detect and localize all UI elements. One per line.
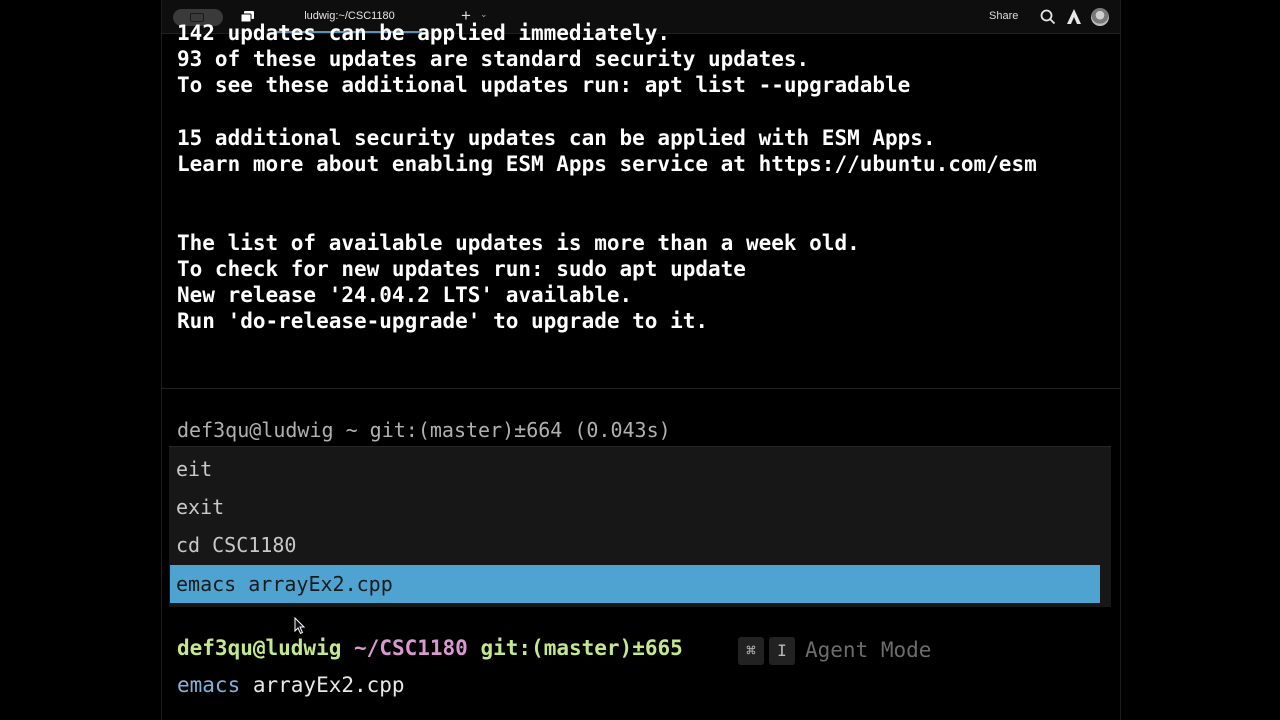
warp-ai-icon[interactable] [1067, 9, 1081, 24]
output-line: Run 'do-release-upgrade' to upgrade to i… [177, 309, 709, 334]
command-key-icon: ⌘ [738, 637, 764, 665]
search-icon[interactable] [1040, 9, 1056, 25]
output-line: New release '24.04.2 LTS' available. [177, 282, 633, 307]
output-line: To check for new updates run: sudo apt u… [177, 256, 746, 281]
prompt-user: def3qu@ludwig [177, 636, 342, 660]
avatar[interactable] [1091, 8, 1109, 26]
chevron-down-icon[interactable]: ⌄ [480, 9, 488, 20]
history-item[interactable]: cd CSC1180 [176, 526, 1106, 564]
history-item-selected[interactable]: emacs arrayEx2.cpp [170, 565, 1100, 603]
prompt-git-branch: git:(master) [480, 636, 633, 660]
output-line: Learn more about enabling ESM Apps servi… [177, 151, 1037, 176]
block-divider [162, 388, 1120, 389]
command-input[interactable]: emacs arrayEx2.cpp [177, 673, 405, 697]
output-line: 15 additional security updates can be ap… [177, 125, 936, 150]
output-line: To see these additional updates run: apt… [177, 73, 911, 98]
previous-prompt: def3qu@ludwig ~ git:(master)±664 (0.043s… [177, 418, 671, 442]
prompt-directory: ~/CSC1180 [354, 636, 468, 660]
agent-mode-button[interactable]: Agent Mode [805, 638, 931, 662]
input-args: arrayEx2.cpp [240, 673, 405, 697]
shortcut-key: I [769, 637, 795, 665]
terminal-window: ludwig:~/CSC1180 + ⌄ Share 142 updates c… [161, 0, 1121, 720]
history-item[interactable]: exit [176, 488, 1106, 526]
output-line: The list of available updates is more th… [177, 230, 860, 255]
history-item[interactable]: eit [176, 450, 1106, 488]
command-history-menu: eit exit cd CSC1180 emacs arrayEx2.cpp [169, 446, 1111, 607]
prompt-change-count: ±665 [632, 636, 683, 660]
output-line: 93 of these updates are standard securit… [177, 47, 810, 72]
prompt: def3qu@ludwig ~/CSC1180 git:(master)±665 [177, 636, 683, 660]
mouse-cursor-icon [294, 617, 306, 635]
input-command: emacs [177, 673, 241, 697]
output-line: 142 updates can be applied immediately. [177, 21, 671, 45]
command-output: 142 updates can be applied immediately. … [177, 20, 1037, 334]
